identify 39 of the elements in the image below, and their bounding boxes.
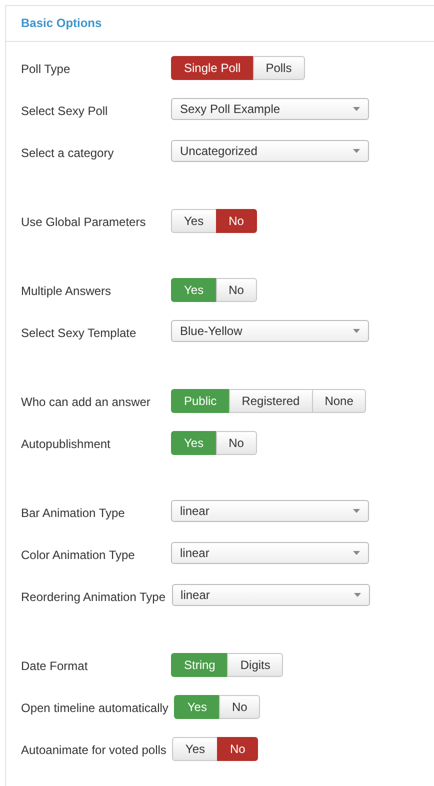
field-label: Who can add an answer bbox=[21, 394, 152, 411]
caret-icon bbox=[354, 593, 361, 597]
field-label: Open timeline automatically bbox=[21, 700, 168, 717]
select-dropdown[interactable]: linear bbox=[171, 500, 369, 522]
field-label: Date Format bbox=[21, 658, 89, 675]
toggle-button[interactable]: Digits bbox=[227, 653, 284, 677]
field-label: Autopublishment bbox=[21, 436, 112, 453]
toggle-button[interactable]: None bbox=[312, 389, 366, 413]
toggle-button[interactable]: No bbox=[216, 431, 257, 455]
select-dropdown[interactable]: Sexy Poll Example bbox=[171, 98, 369, 120]
select-dropdown[interactable]: Blue-Yellow bbox=[171, 320, 369, 342]
field-label: Autoanimate for voted polls bbox=[21, 742, 166, 759]
field-label: Select Sexy Template bbox=[21, 325, 138, 342]
select-dropdown[interactable]: Uncategorized bbox=[171, 140, 369, 162]
toggle-button[interactable]: Single Poll bbox=[171, 56, 254, 80]
select-dropdown[interactable]: linear bbox=[172, 584, 370, 606]
caret-icon bbox=[353, 329, 360, 333]
caret-icon bbox=[353, 149, 360, 153]
toggle-button[interactable]: Polls bbox=[252, 56, 305, 80]
toggle-button[interactable]: Registered bbox=[228, 389, 313, 413]
field-label: Color Animation Type bbox=[21, 547, 136, 564]
caret-icon bbox=[353, 551, 360, 555]
toggle-button[interactable]: No bbox=[218, 695, 260, 719]
toggle-button[interactable]: Yes bbox=[172, 737, 218, 761]
field-label: Use Global Parameters bbox=[21, 214, 147, 231]
field-label: Select a category bbox=[21, 145, 115, 162]
field-label: Select Sexy Poll bbox=[21, 103, 109, 120]
toggle-button[interactable]: No bbox=[217, 737, 258, 761]
field-label: Poll Type bbox=[21, 61, 72, 78]
toggle-button[interactable]: No bbox=[216, 209, 257, 233]
toggle-button[interactable]: Yes bbox=[171, 209, 217, 233]
panel-title: Basic Options bbox=[21, 16, 102, 30]
toggle-button[interactable]: No bbox=[216, 278, 257, 302]
caret-icon bbox=[353, 107, 360, 111]
caret-icon bbox=[353, 509, 360, 513]
select-dropdown[interactable]: linear bbox=[171, 542, 369, 564]
field-label: Bar Animation Type bbox=[21, 505, 126, 522]
field-label: Multiple Answers bbox=[21, 283, 112, 300]
field-label: Reordering Animation Type bbox=[21, 589, 166, 606]
